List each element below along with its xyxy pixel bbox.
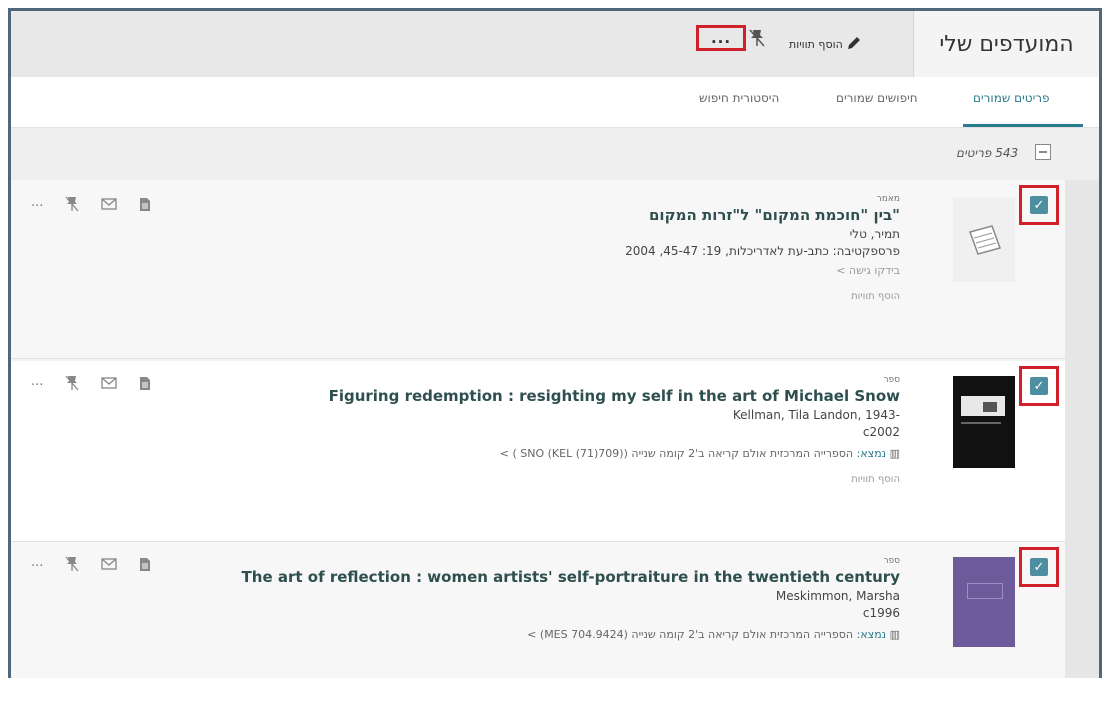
tab-saved-items[interactable]: פריטים שמורים: [973, 91, 1050, 105]
pencil-icon: [846, 35, 862, 54]
found-label: נמצא:: [856, 628, 887, 641]
right-strip: [1065, 180, 1099, 681]
list-item[interactable]: ··· מאמר "בין "חוכמת המקום" ל"זרות המקום…: [11, 180, 1065, 359]
check-access-link[interactable]: בידקו גישה >: [625, 264, 900, 277]
item-location[interactable]: ▥ נמצא: הספרייה המרכזית אולם קריאה ב'2 ק…: [329, 447, 900, 460]
item-title[interactable]: The art of reflection : women artists' s…: [242, 568, 900, 586]
pin-off-icon[interactable]: [65, 196, 79, 216]
location-text[interactable]: הספרייה המרכזית אולם קריאה ב'2 קומה שניי…: [527, 628, 853, 641]
location-text[interactable]: הספרייה המרכזית אולם קריאה ב'2 קומה שניי…: [500, 447, 853, 460]
header-bar: ... הוסף תוויות המועדפים שלי: [11, 11, 1099, 78]
item-source: פרספקטיבה: כתב-עת לאדריכלות, 19: 45-47, …: [625, 244, 900, 258]
book-cover-thumbnail[interactable]: [953, 557, 1015, 647]
add-labels-link[interactable]: הוסף תוויות: [329, 474, 900, 485]
pin-off-icon[interactable]: [65, 375, 79, 395]
item-checkbox[interactable]: ✓: [1030, 558, 1048, 576]
more-icon[interactable]: ···: [31, 378, 43, 393]
more-icon[interactable]: ···: [31, 199, 43, 214]
document-icon[interactable]: [139, 557, 151, 576]
document-thumbnail[interactable]: [953, 197, 1015, 282]
envelope-icon[interactable]: [101, 558, 118, 574]
more-actions-button[interactable]: ...: [696, 25, 746, 51]
item-actions: ···: [31, 196, 151, 216]
more-icon[interactable]: ···: [31, 559, 43, 574]
envelope-icon[interactable]: [101, 377, 118, 393]
resource-type: ספר: [883, 556, 900, 566]
add-labels-button[interactable]: הוסף תוויות: [789, 35, 862, 54]
item-checkbox-highlight: ✓: [1019, 185, 1059, 225]
list-item[interactable]: ··· ספר The art of reflection : women ar…: [11, 542, 1065, 681]
select-all-checkbox[interactable]: [1035, 144, 1051, 160]
item-checkbox[interactable]: ✓: [1030, 196, 1048, 214]
item-author: Meskimmon, Marsha: [775, 589, 900, 603]
item-location[interactable]: ▥ נמצא: הספרייה המרכזית אולם קריאה ב'2 ק…: [242, 628, 900, 641]
favorites-panel: ... הוסף תוויות המועדפים שלי פריטים שמור…: [8, 8, 1102, 681]
book-icon: ▥: [889, 628, 900, 641]
item-metadata: מאמר "בין "חוכמת המקום" ל"זרות המקום תמי…: [625, 194, 900, 302]
item-author: Kellman, Tila Landon, 1943-: [732, 408, 900, 422]
bottom-area: [8, 678, 1102, 723]
document-icon[interactable]: [139, 197, 151, 216]
list-item[interactable]: ··· ספר Figuring redemption : resighting…: [11, 361, 1065, 542]
item-checkbox-highlight: ✓: [1019, 366, 1059, 406]
book-icon: ▥: [889, 447, 900, 460]
results-count-bar: 543 פריטים: [11, 128, 1099, 180]
book-cover-thumbnail[interactable]: [953, 376, 1015, 468]
resource-type: ספר: [883, 375, 900, 385]
item-checkbox[interactable]: ✓: [1030, 377, 1048, 395]
item-checkbox-highlight: ✓: [1019, 547, 1059, 587]
item-date: c1996: [862, 606, 900, 620]
tabs-bar: פריטים שמורים חיפושים שמורים היסטורית חי…: [11, 77, 1099, 128]
tab-search-history[interactable]: היסטורית חיפוש: [699, 91, 779, 105]
resource-type: מאמר: [876, 194, 900, 204]
page-title: המועדפים שלי: [913, 11, 1099, 77]
found-label: נמצא:: [856, 447, 887, 460]
item-metadata: ספר The art of reflection : women artist…: [242, 556, 900, 641]
item-actions: ···: [31, 556, 151, 576]
item-metadata: ספר Figuring redemption : resighting my …: [329, 375, 900, 485]
item-date: c2002: [862, 425, 900, 439]
item-title[interactable]: "בין "חוכמת המקום" ל"זרות המקום: [625, 206, 900, 224]
add-labels-label: הוסף תוויות: [789, 38, 843, 51]
tab-saved-searches[interactable]: חיפושים שמורים: [836, 91, 918, 105]
pin-off-icon[interactable]: [749, 29, 765, 51]
active-tab-underline: [963, 124, 1083, 127]
document-icon[interactable]: [139, 376, 151, 395]
add-labels-link[interactable]: הוסף תוויות: [625, 291, 900, 302]
pin-off-icon[interactable]: [65, 556, 79, 576]
item-title[interactable]: Figuring redemption : resighting my self…: [329, 387, 900, 405]
item-author: תמיר, טלי: [849, 227, 900, 241]
item-count: 543 פריטים: [956, 146, 1019, 160]
item-actions: ···: [31, 375, 151, 395]
envelope-icon[interactable]: [101, 198, 118, 214]
